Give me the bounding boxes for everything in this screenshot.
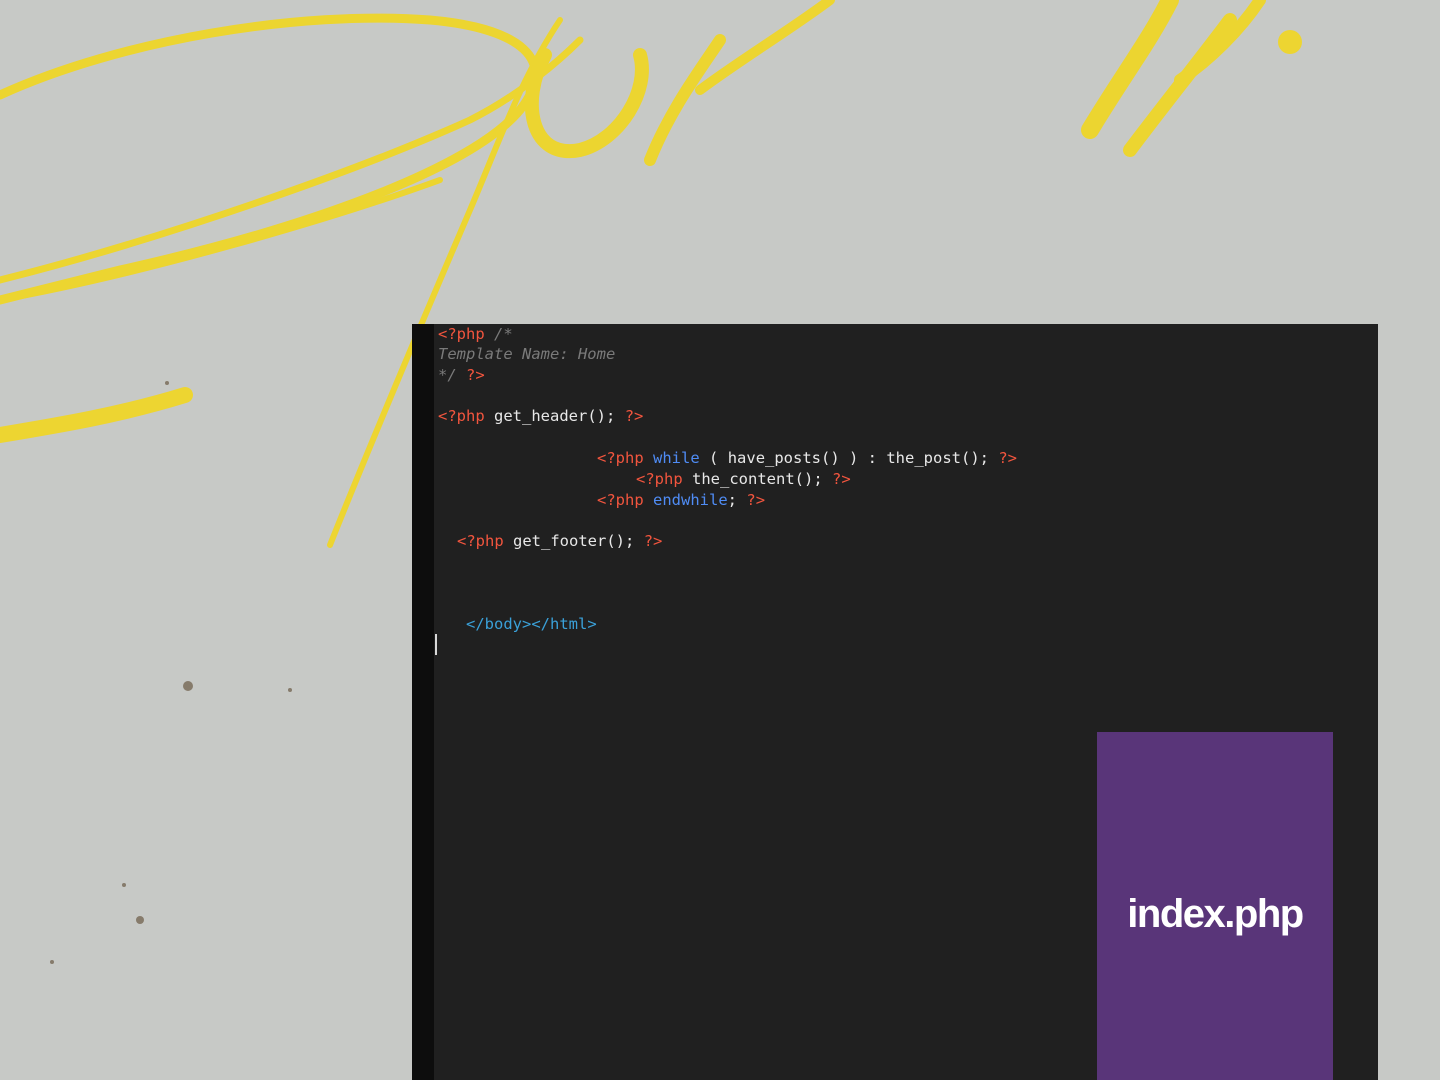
code-line-5[interactable]: <?php while ( have_posts() ) : the_post(… [597,448,1017,468]
code-line-6[interactable]: <?php the_content(); ?> [636,469,851,489]
function-call: get_header(); [494,407,616,425]
comment-text: Template Name: Home [438,345,616,363]
statement-text: ; [727,491,738,509]
code-line-1[interactable]: <?php /* [438,324,513,344]
editor-gutter [412,324,434,1080]
php-close-tag: ?> [998,449,1018,467]
php-close-tag: ?> [624,407,644,425]
php-open-tag: <?php [438,407,485,425]
keyword: endwhile [653,491,728,509]
php-open-tag: <?php [636,470,683,488]
code-line-4[interactable]: <?php get_header(); ?> [438,406,643,426]
file-name-label: index.php [1127,892,1304,936]
function-call: the_content(); [692,470,823,488]
comment-text: */ [438,366,457,384]
function-call: get_footer(); [513,532,635,550]
php-close-tag: ?> [832,470,851,488]
code-line-7[interactable]: <?php endwhile; ?> [597,490,765,510]
php-open-tag: <?php [597,491,644,509]
php-close-tag: ?> [466,366,485,384]
php-open-tag: <?php [438,325,485,343]
php-close-tag: ?> [643,532,663,550]
comment-text: /* [484,325,513,343]
code-line-9[interactable]: </body></html> [466,614,597,634]
php-open-tag: <?php [457,532,504,550]
html-closing-tags: </body></html> [466,615,597,633]
statement-text: ( have_posts() ) : the_post(); [709,449,989,467]
code-line-3[interactable]: */ ?> [438,365,485,385]
code-line-8[interactable]: <?php get_footer(); ?> [457,531,662,551]
php-open-tag: <?php [597,449,644,467]
php-close-tag: ?> [746,491,766,509]
code-editor-window[interactable]: <?php /* Template Name: Home */ ?> <?php… [412,324,1378,1080]
code-line-2[interactable]: Template Name: Home [438,344,615,364]
text-cursor [435,634,437,655]
file-name-badge: index.php [1097,732,1333,1080]
keyword: while [653,449,700,467]
